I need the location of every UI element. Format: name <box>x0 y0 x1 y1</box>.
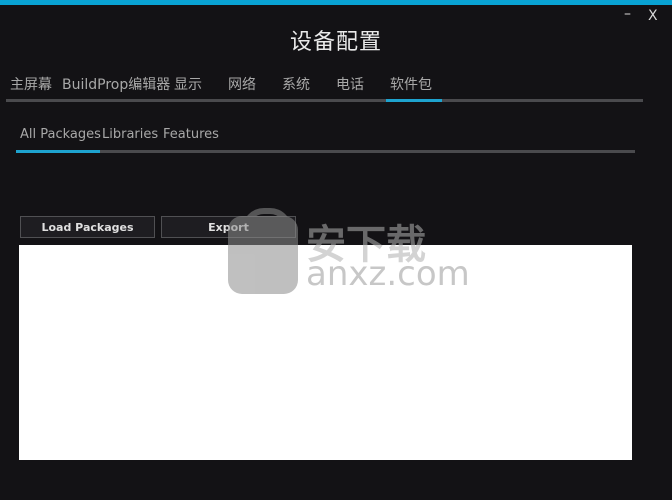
tab-buildprop-editor[interactable]: BuildProp编辑器 <box>62 74 170 94</box>
export-button[interactable]: Export <box>161 216 296 238</box>
tab-home-screen[interactable]: 主屏幕 <box>10 74 52 94</box>
subtab-features[interactable]: Features <box>163 127 219 142</box>
subtab-libraries[interactable]: Libraries <box>102 127 158 142</box>
tab-network[interactable]: 网络 <box>228 74 256 94</box>
tab-system[interactable]: 系统 <box>282 74 310 94</box>
tab-underline <box>6 99 643 102</box>
tab-phone[interactable]: 电话 <box>336 74 364 94</box>
subtab-underline <box>16 150 635 153</box>
tab-display[interactable]: 显示 <box>174 74 202 94</box>
close-button[interactable]: X <box>648 8 658 24</box>
tab-packages[interactable]: 软件包 <box>390 74 432 94</box>
packages-list[interactable] <box>19 245 632 460</box>
minimize-button[interactable]: – <box>624 6 631 22</box>
window-accent-bar <box>0 0 672 5</box>
active-subtab-indicator <box>16 150 100 153</box>
subtab-all-packages[interactable]: All Packages <box>20 127 101 142</box>
load-packages-button[interactable]: Load Packages <box>20 216 155 238</box>
active-tab-indicator <box>386 99 442 102</box>
window-title: 设备配置 <box>289 30 382 55</box>
